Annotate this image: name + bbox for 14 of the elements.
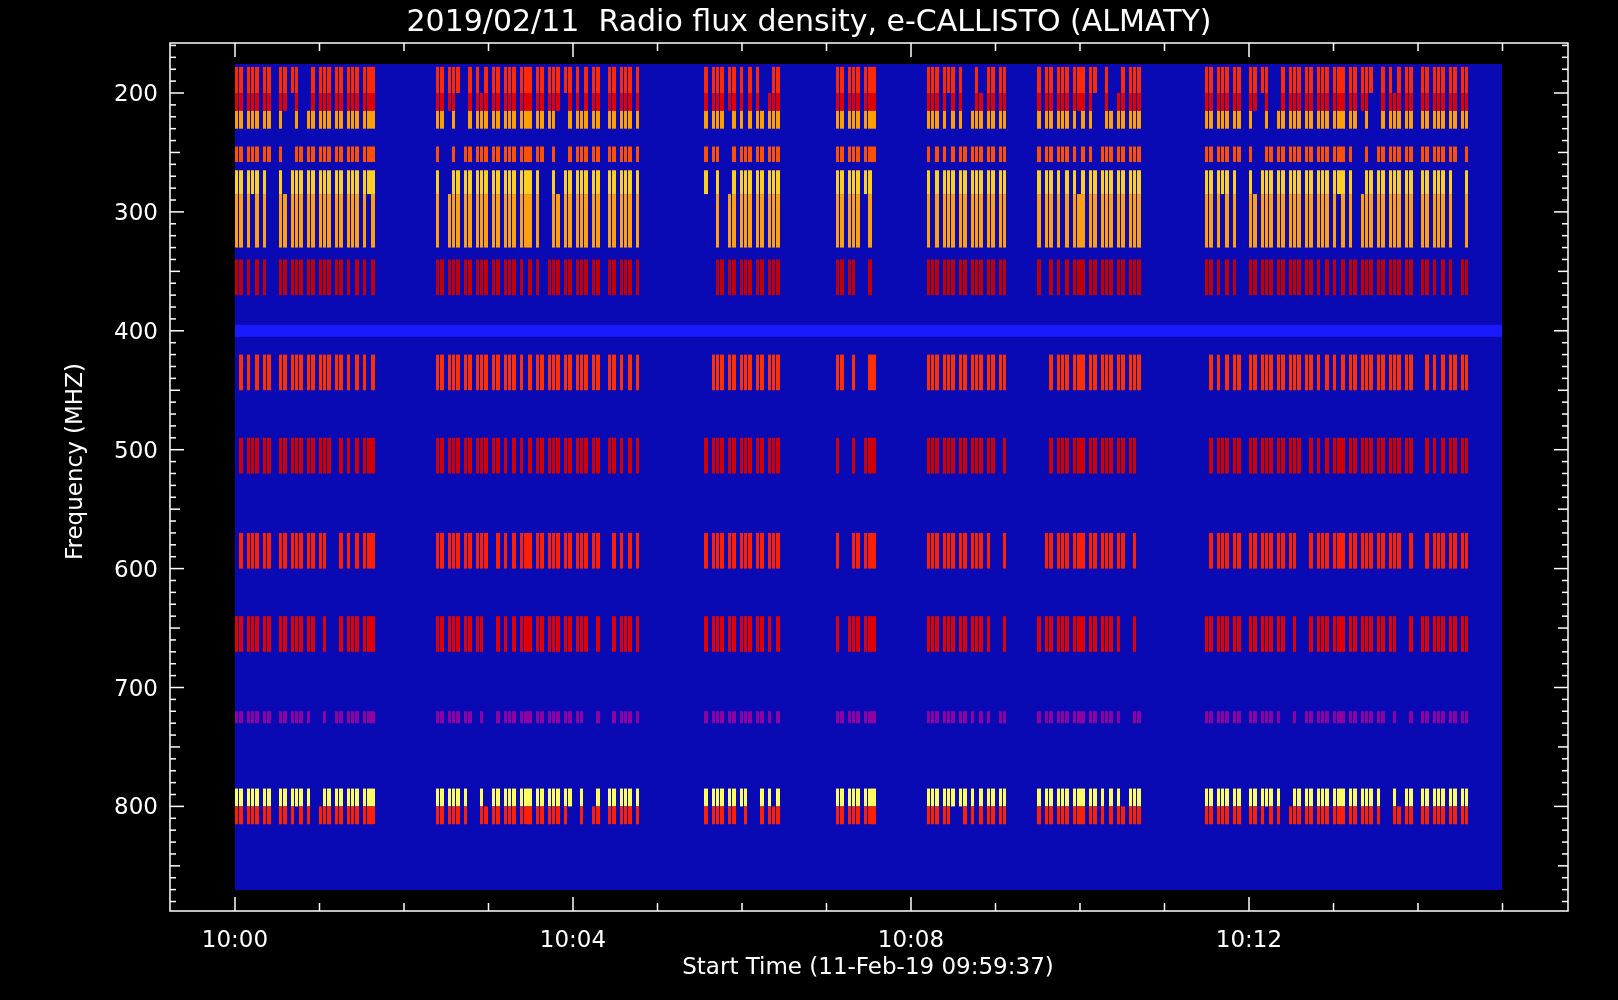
- x-axis-label: Start Time (11-Feb-19 09:59:37): [682, 953, 1054, 979]
- y-tick-label: 800: [114, 793, 158, 820]
- plot-title: 2019/02/11 Radio flux density, e-CALLISTO (ALMATY): [406, 3, 1212, 39]
- y-tick-label: 400: [114, 317, 158, 344]
- x-tick-label: 10:04: [539, 926, 607, 952]
- y-tick-label: 700: [114, 674, 158, 701]
- y-tick-label: 600: [114, 555, 158, 582]
- x-tick-label: 10:12: [1215, 926, 1283, 952]
- x-tick-label: 10:00: [201, 926, 269, 952]
- y-axis-label: Frequency (MHZ): [61, 363, 87, 561]
- y-tick-label: 300: [114, 198, 158, 225]
- y-tick-label: 200: [114, 80, 158, 106]
- x-tick-label: 10:08: [877, 926, 945, 952]
- y-tick-label: 500: [114, 436, 158, 463]
